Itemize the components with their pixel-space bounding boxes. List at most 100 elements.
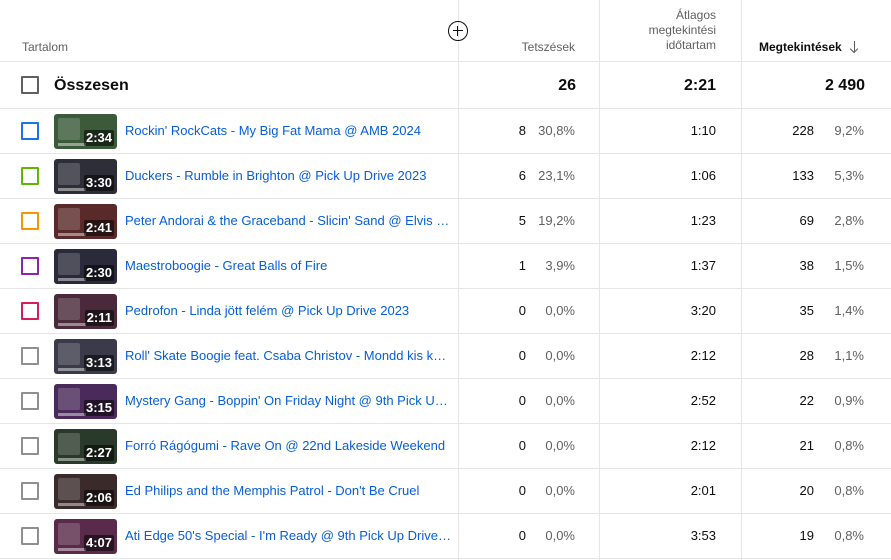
likes-percent: 0,0%: [545, 348, 575, 363]
views-percent: 9,2%: [834, 123, 864, 138]
views-percent: 0,8%: [834, 438, 864, 453]
row-checkbox[interactable]: [21, 347, 39, 365]
header-content: Tartalom: [22, 40, 69, 54]
views-percent: 0,8%: [834, 483, 864, 498]
avg-watch-time: 2:12: [690, 348, 716, 363]
row-checkbox[interactable]: [21, 167, 39, 185]
views-count: 69: [799, 213, 814, 228]
video-thumbnail[interactable]: 2:34: [54, 114, 117, 149]
video-title-link[interactable]: Maestroboogie - Great Balls of Fire: [125, 258, 451, 274]
video-duration: 2:34: [83, 130, 114, 146]
avg-watch-time: 3:53: [690, 528, 716, 543]
likes-count: 0: [518, 348, 526, 363]
video-thumbnail[interactable]: 4:07: [54, 519, 117, 554]
arrow-down-icon[interactable]: [849, 40, 861, 54]
video-duration: 2:41: [83, 220, 114, 236]
video-thumbnail[interactable]: 3:30: [54, 159, 117, 194]
likes-percent: 0,0%: [545, 393, 575, 408]
video-title-link[interactable]: Peter Andorai & the Graceband - Slicin' …: [125, 213, 451, 229]
total-label: Összesen: [54, 77, 129, 94]
avg-watch-time: 1:37: [690, 258, 716, 273]
video-thumbnail[interactable]: 2:30: [54, 249, 117, 284]
row-checkbox[interactable]: [21, 122, 39, 140]
avg-watch-time: 2:12: [690, 438, 716, 453]
video-duration: 3:15: [83, 400, 114, 416]
video-thumbnail[interactable]: 3:15: [54, 384, 117, 419]
header-views[interactable]: Megtekintések: [759, 40, 842, 55]
table-row: 2:41 Peter Andorai & the Graceband - Slic…: [0, 199, 891, 244]
table-row: 2:30 Maestroboogie - Great Balls of Fire 1…: [0, 244, 891, 289]
video-title-link[interactable]: Duckers - Rumble in Brighton @ Pick Up D…: [125, 168, 451, 184]
video-title-link[interactable]: Mystery Gang - Boppin' On Friday Night @…: [125, 393, 451, 409]
video-title-link[interactable]: Ati Edge 50's Special - I'm Ready @ 9th …: [125, 528, 451, 544]
views-count: 35: [799, 303, 814, 318]
likes-count: 6: [518, 168, 526, 183]
video-thumbnail[interactable]: 2:11: [54, 294, 117, 329]
row-checkbox[interactable]: [21, 527, 39, 545]
views-count: 28: [799, 348, 814, 363]
table-row: 3:15 Mystery Gang - Boppin' On Friday Nig…: [0, 379, 891, 424]
header-avg-watch-line3: időtartam: [665, 38, 716, 52]
views-count: 19: [799, 528, 814, 543]
table-row: 2:11 Pedrofon - Linda jött felém @ Pick U…: [0, 289, 891, 334]
header-avg-watch[interactable]: Átlagos megtekintési időtartam: [596, 8, 716, 53]
likes-percent: 0,0%: [545, 303, 575, 318]
views-count: 133: [792, 168, 814, 183]
views-count: 228: [792, 123, 814, 138]
total-likes: 26: [558, 77, 576, 94]
row-checkbox[interactable]: [21, 257, 39, 275]
select-all-checkbox[interactable]: [21, 76, 39, 94]
header-likes[interactable]: Tetszések: [522, 40, 575, 55]
views-percent: 0,8%: [834, 528, 864, 543]
total-views: 2 490: [824, 77, 865, 94]
views-percent: 5,3%: [834, 168, 864, 183]
video-title-link[interactable]: Forró Rágógumi - Rave On @ 22nd Lakeside…: [125, 438, 451, 454]
header-avg-watch-line1: Átlagos: [675, 8, 716, 22]
row-checkbox[interactable]: [21, 482, 39, 500]
likes-count: 0: [518, 438, 526, 453]
likes-percent: 19,2%: [538, 213, 575, 228]
views-percent: 2,8%: [834, 213, 864, 228]
table-row: 3:30 Duckers - Rumble in Brighton @ Pick …: [0, 154, 891, 199]
video-title-link[interactable]: Pedrofon - Linda jött felém @ Pick Up Dr…: [125, 303, 451, 319]
table-row: 2:06 Ed Philips and the Memphis Patrol - …: [0, 469, 891, 514]
table-header: Tartalom Tetszések Átlagos megtekintési …: [0, 0, 891, 62]
likes-count: 5: [518, 213, 526, 228]
video-duration: 3:13: [83, 355, 114, 371]
table-row: 3:13 Roll' Skate Boogie feat. Csaba Chris…: [0, 334, 891, 379]
video-duration: 2:30: [83, 265, 114, 281]
row-checkbox[interactable]: [21, 212, 39, 230]
plus-circle-icon[interactable]: [448, 21, 468, 41]
views-count: 22: [799, 393, 814, 408]
total-row: Összesen 26 2:21 2 490: [0, 62, 891, 109]
views-percent: 0,9%: [834, 393, 864, 408]
video-thumbnail[interactable]: 2:06: [54, 474, 117, 509]
row-checkbox[interactable]: [21, 437, 39, 455]
video-thumbnail[interactable]: 2:27: [54, 429, 117, 464]
likes-count: 0: [518, 483, 526, 498]
video-title-link[interactable]: Roll' Skate Boogie feat. Csaba Christov …: [125, 348, 451, 364]
video-thumbnail[interactable]: 2:41: [54, 204, 117, 239]
video-title-link[interactable]: Ed Philips and the Memphis Patrol - Don'…: [125, 483, 451, 499]
row-checkbox[interactable]: [21, 302, 39, 320]
likes-count: 1: [518, 258, 526, 273]
likes-percent: 0,0%: [545, 528, 575, 543]
likes-count: 0: [518, 393, 526, 408]
avg-watch-time: 1:23: [690, 213, 716, 228]
video-duration: 4:07: [83, 535, 114, 551]
table-row: 2:27 Forró Rágógumi - Rave On @ 22nd Lake…: [0, 424, 891, 469]
likes-percent: 0,0%: [545, 483, 575, 498]
views-count: 38: [799, 258, 814, 273]
video-thumbnail[interactable]: 3:13: [54, 339, 117, 374]
video-duration: 2:11: [84, 310, 114, 326]
avg-watch-time: 2:01: [690, 483, 716, 498]
video-duration: 3:30: [83, 175, 114, 191]
row-checkbox[interactable]: [21, 392, 39, 410]
views-percent: 1,1%: [834, 348, 864, 363]
video-duration: 2:06: [83, 490, 114, 506]
likes-percent: 23,1%: [538, 168, 575, 183]
views-percent: 1,5%: [834, 258, 864, 273]
avg-watch-time: 1:10: [690, 123, 716, 138]
video-title-link[interactable]: Rockin' RockCats - My Big Fat Mama @ AMB…: [125, 123, 451, 139]
total-avg-watch: 2:21: [683, 77, 716, 94]
